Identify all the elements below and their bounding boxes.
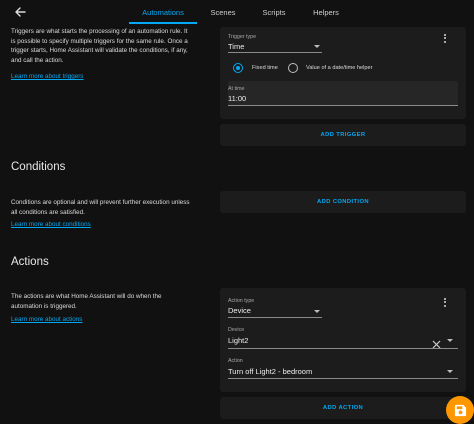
add-action-label: ADD ACTION bbox=[322, 405, 364, 411]
device-value[interactable]: Light2 bbox=[228, 336, 248, 345]
device-underline bbox=[228, 348, 458, 349]
at-time-label: At time bbox=[228, 86, 245, 92]
fixed-time-radio[interactable] bbox=[233, 63, 243, 73]
helper-time-radio[interactable] bbox=[288, 63, 298, 73]
add-condition-label: ADD CONDITION bbox=[317, 199, 369, 205]
tab-scenes[interactable]: Scenes bbox=[200, 0, 246, 24]
action-underline bbox=[228, 378, 458, 379]
add-action-button[interactable]: ADD ACTION bbox=[220, 397, 466, 419]
conditions-description-line: all conditions are satisfied. bbox=[11, 208, 85, 216]
device-label: Device bbox=[228, 327, 245, 333]
conditions-title: Conditions bbox=[11, 161, 66, 173]
clear-icon[interactable] bbox=[432, 336, 441, 349]
action-type-underline bbox=[228, 317, 322, 318]
learn-more-actions-link[interactable]: Learn more about actions bbox=[11, 315, 82, 325]
trigger-type-underline bbox=[228, 52, 322, 53]
at-time-field[interactable] bbox=[228, 81, 458, 106]
triggers-description-line: is possible to specify multiple triggers… bbox=[11, 37, 188, 45]
action-type-value[interactable]: Device bbox=[228, 306, 251, 315]
actions-title: Actions bbox=[11, 256, 49, 268]
actions-description: The actions are what Home Assistant will… bbox=[11, 292, 216, 311]
triggers-description-line: trigger starts, Home Assistant will vali… bbox=[11, 47, 188, 55]
helper-time-label: Value of a date/time helper bbox=[306, 65, 373, 71]
learn-more-conditions-link[interactable]: Learn more about conditions bbox=[11, 220, 91, 230]
conditions-description: Conditions are optional and will prevent… bbox=[11, 198, 216, 217]
chevron-down-icon[interactable] bbox=[447, 339, 453, 342]
at-time-value[interactable]: 11:00 bbox=[228, 94, 246, 103]
tab-helpers[interactable]: Helpers bbox=[303, 0, 349, 24]
action-label: Action bbox=[228, 358, 243, 364]
trigger-type-value[interactable]: Time bbox=[228, 42, 244, 51]
trigger-type-label: Trigger type bbox=[228, 34, 257, 40]
add-trigger-label: ADD TRIGGER bbox=[320, 132, 366, 138]
triggers-description-line: and call the action. bbox=[11, 56, 64, 64]
chevron-down-icon[interactable] bbox=[314, 45, 320, 48]
action-card bbox=[220, 288, 466, 392]
action-type-label: Action type bbox=[228, 298, 255, 304]
tab-scripts[interactable]: Scripts bbox=[251, 0, 297, 24]
action-value[interactable]: Turn off Light2 - bedroom bbox=[228, 367, 312, 376]
triggers-description-line: Triggers are what starts the processing … bbox=[11, 28, 188, 35]
active-tab-indicator bbox=[129, 22, 197, 24]
learn-more-triggers-link[interactable]: Learn more about triggers bbox=[11, 72, 83, 82]
fixed-time-label: Fixed time bbox=[252, 65, 278, 71]
add-trigger-button[interactable]: ADD TRIGGER bbox=[220, 124, 466, 146]
action-menu-icon[interactable] bbox=[440, 296, 450, 310]
at-time-underline bbox=[228, 105, 458, 106]
chevron-down-icon[interactable] bbox=[314, 310, 320, 313]
save-icon bbox=[454, 404, 466, 416]
add-condition-button[interactable]: ADD CONDITION bbox=[220, 191, 466, 213]
actions-description-line: automation is triggered. bbox=[11, 302, 77, 310]
trigger-menu-icon[interactable] bbox=[440, 32, 450, 46]
tab-automations[interactable]: Automations bbox=[129, 0, 197, 24]
back-arrow-icon[interactable] bbox=[12, 4, 28, 20]
triggers-description: Triggers are what starts the processing … bbox=[11, 27, 216, 65]
actions-description-line: The actions are what Home Assistant will… bbox=[11, 293, 162, 300]
save-fab-button[interactable] bbox=[446, 396, 474, 424]
chevron-down-icon[interactable] bbox=[447, 370, 453, 373]
conditions-description-line: Conditions are optional and will prevent… bbox=[11, 199, 190, 206]
